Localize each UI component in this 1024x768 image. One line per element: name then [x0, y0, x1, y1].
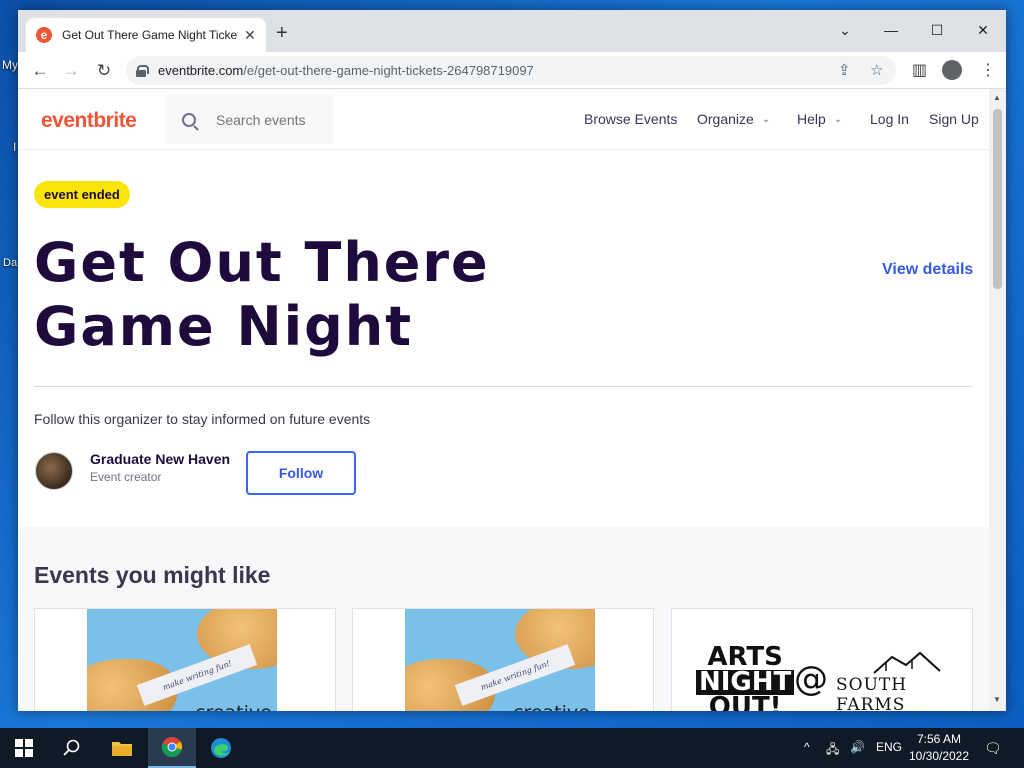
- event-card[interactable]: ARTS NIGHT OUT! @ SOUTH FARMS: [671, 608, 973, 711]
- system-clock[interactable]: 7:56 AM 10/30/2022: [906, 731, 972, 765]
- card-brand-text: creative: [513, 702, 590, 711]
- suggested-events-section: Events you might like make writing fun! …: [18, 527, 989, 711]
- event-card-image: make writing fun! creative: [87, 609, 277, 711]
- nav-help[interactable]: Help ⌄: [797, 111, 842, 127]
- browser-toolbar: ← → ↻ eventbrite.com/e/get-out-there-gam…: [18, 52, 1006, 89]
- url-text[interactable]: eventbrite.com/e/get-out-there-game-nigh…: [158, 63, 534, 78]
- reload-icon[interactable]: ↻: [93, 60, 115, 82]
- maximize-icon[interactable]: ☐: [914, 16, 960, 44]
- network-icon[interactable]: 🖧: [826, 740, 839, 761]
- tab-strip: e Get Out There Game Night Tickets ✕ + ⌄…: [18, 10, 1006, 52]
- back-icon[interactable]: ←: [29, 60, 51, 82]
- side-panel-icon[interactable]: ▥: [912, 60, 927, 80]
- event-card[interactable]: make writing fun! creative: [352, 608, 654, 711]
- search-taskbar-button[interactable]: [48, 728, 96, 768]
- chrome-taskbar-button[interactable]: [148, 728, 196, 768]
- nav-login[interactable]: Log In: [870, 111, 909, 127]
- eventbrite-favicon-icon: e: [36, 27, 52, 43]
- card-brand-text: creative: [195, 702, 272, 711]
- nav-help-label: Help: [797, 111, 826, 127]
- language-indicator[interactable]: ENG: [876, 740, 902, 754]
- divider: [34, 386, 972, 387]
- close-tab-icon[interactable]: ✕: [244, 27, 256, 44]
- nav-browse-events[interactable]: Browse Events: [584, 111, 677, 127]
- chevron-down-icon: ⌄: [761, 113, 771, 125]
- follow-prompt: Follow this organizer to stay informed o…: [34, 411, 371, 427]
- organizer-avatar[interactable]: [35, 452, 73, 490]
- browser-window: e Get Out There Game Night Tickets ✕ + ⌄…: [18, 10, 1006, 711]
- nav-organize[interactable]: Organize ⌄: [697, 111, 770, 127]
- edge-icon: [211, 738, 231, 758]
- status-badge: event ended: [34, 181, 130, 208]
- arts-line-3: OUT!: [708, 692, 782, 711]
- url-host: eventbrite.com: [158, 63, 244, 78]
- event-card[interactable]: make writing fun! creative: [34, 608, 336, 711]
- tab-title: Get Out There Game Night Tickets: [62, 28, 238, 42]
- windows-taskbar: ^ 🖧 🔊 ENG 7:56 AM 10/30/2022 🗨: [0, 728, 1024, 768]
- windows-logo-icon: [15, 739, 33, 757]
- tab-search-chevron-icon[interactable]: ⌄: [822, 16, 868, 44]
- venue-name: SOUTH FARMS: [836, 675, 908, 711]
- follow-button[interactable]: Follow: [246, 451, 356, 495]
- scroll-up-icon[interactable]: ▲: [993, 93, 1001, 102]
- new-tab-icon[interactable]: +: [276, 22, 288, 45]
- lock-icon[interactable]: [136, 64, 149, 77]
- share-icon[interactable]: ⇪: [838, 61, 851, 79]
- chevron-down-icon: ⌄: [833, 113, 843, 125]
- browser-tab[interactable]: e Get Out There Game Night Tickets ✕: [26, 18, 266, 52]
- chrome-icon: [161, 737, 182, 757]
- forward-icon[interactable]: →: [60, 60, 82, 82]
- arts-night-out-logo: ARTS NIGHT OUT!: [696, 644, 795, 711]
- file-explorer-button[interactable]: [98, 728, 146, 768]
- close-window-icon[interactable]: ✕: [960, 16, 1006, 44]
- search-box[interactable]: [166, 95, 334, 144]
- desktop-icon-label[interactable]: Da: [3, 257, 17, 269]
- bookmark-star-icon[interactable]: ☆: [870, 61, 883, 79]
- clock-date: 10/30/2022: [908, 749, 970, 763]
- nav-organize-label: Organize: [697, 111, 754, 127]
- address-bar[interactable]: eventbrite.com/e/get-out-there-game-nigh…: [126, 56, 896, 85]
- volume-icon[interactable]: 🔊: [850, 740, 865, 754]
- clock-time: 7:56 AM: [916, 732, 962, 746]
- start-button[interactable]: [0, 728, 48, 768]
- desktop-icon-label[interactable]: I: [13, 140, 16, 154]
- search-input[interactable]: [216, 111, 326, 128]
- site-header: eventbrite Browse Events Organize ⌄ Help ⌄…: [18, 89, 989, 150]
- organizer-role: Event creator: [90, 470, 162, 484]
- desktop-icon-label[interactable]: My: [2, 58, 18, 72]
- notifications-icon[interactable]: 🗨: [984, 740, 1002, 757]
- folder-icon: [112, 742, 132, 756]
- page-content: eventbrite Browse Events Organize ⌄ Help ⌄…: [18, 89, 989, 711]
- profile-avatar-icon[interactable]: [942, 60, 962, 80]
- page-scrollbar[interactable]: ▲ ▼: [989, 89, 1006, 711]
- nav-signup[interactable]: Sign Up: [929, 111, 979, 127]
- farmhouse-logo-icon: [873, 651, 941, 674]
- show-hidden-icons-chevron-icon[interactable]: ^: [804, 740, 810, 754]
- event-card-image: make writing fun! creative: [405, 609, 595, 711]
- organizer-name[interactable]: Graduate New Haven: [90, 451, 230, 467]
- scroll-down-icon[interactable]: ▼: [993, 695, 1001, 704]
- minimize-icon[interactable]: —: [868, 16, 914, 44]
- at-symbol: @: [794, 659, 828, 699]
- view-details-link[interactable]: View details: [882, 261, 973, 279]
- menu-kebab-icon[interactable]: ⋮: [980, 60, 996, 80]
- section-heading: Events you might like: [34, 562, 271, 588]
- page-title: Get Out There Game Night: [34, 231, 490, 358]
- eventbrite-logo[interactable]: eventbrite: [41, 109, 137, 133]
- search-icon: [63, 739, 80, 756]
- scrollbar-thumb[interactable]: [993, 109, 1002, 289]
- url-path: /e/get-out-there-game-night-tickets-2647…: [243, 63, 534, 78]
- search-icon: [182, 112, 196, 127]
- edge-taskbar-button[interactable]: [197, 728, 245, 768]
